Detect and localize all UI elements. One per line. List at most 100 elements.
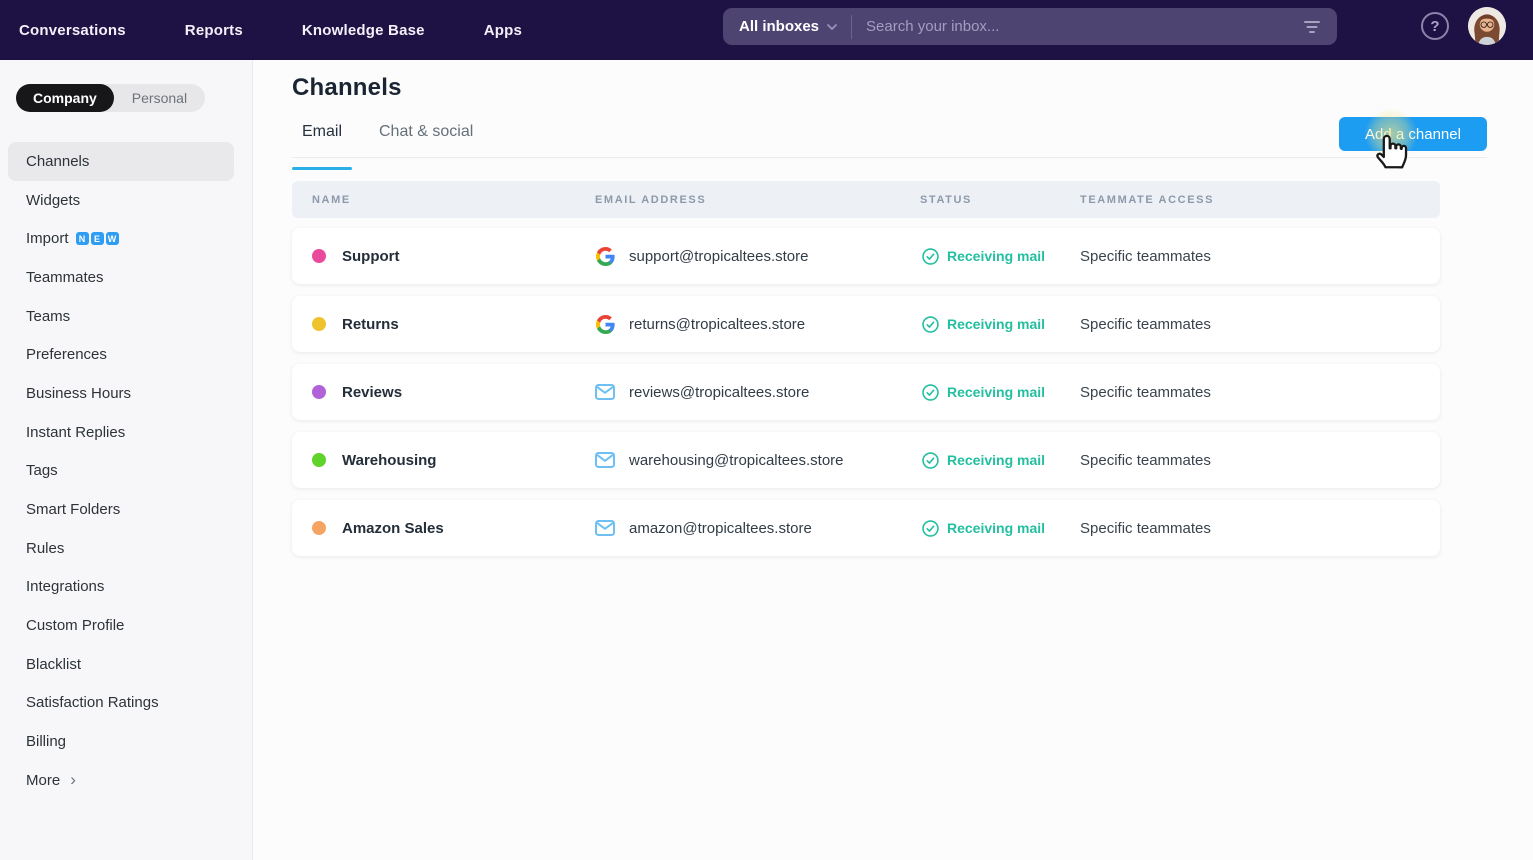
toggle-personal[interactable]: Personal — [114, 90, 205, 106]
chevron-down-icon — [827, 24, 837, 30]
new-badge: NEW — [76, 232, 119, 245]
envelope-icon — [595, 384, 615, 400]
avatar-image-icon — [1468, 7, 1506, 45]
workspace-toggle: Company Personal — [16, 84, 205, 112]
sidebar-item-preferences[interactable]: Preferences — [8, 335, 234, 374]
column-header-status: STATUS — [920, 194, 1080, 206]
tab-email[interactable]: Email — [292, 123, 352, 170]
email-cell: warehousing@tropicaltees.store — [595, 452, 920, 469]
top-navigation-bar: Conversations Reports Knowledge Base App… — [0, 0, 1533, 60]
channel-name: Warehousing — [342, 452, 436, 469]
sidebar-item-smart-folders[interactable]: Smart Folders — [8, 490, 234, 529]
name-cell: Support — [312, 248, 595, 265]
nav-reports[interactable]: Reports — [185, 22, 243, 39]
google-icon-wrap — [595, 315, 615, 334]
sidebar-item-instant-replies[interactable]: Instant Replies — [8, 413, 234, 452]
check-circle-icon — [922, 248, 939, 265]
status-cell: Receiving mail — [920, 316, 1080, 333]
main-nav: Conversations Reports Knowledge Base App… — [19, 0, 522, 60]
sidebar-item-label: Business Hours — [26, 385, 131, 402]
sidebar-item-widgets[interactable]: Widgets — [8, 181, 234, 220]
channel-color-dot — [312, 453, 326, 467]
column-header-email-address: EMAIL ADDRESS — [595, 194, 920, 206]
page-title: Channels — [292, 74, 402, 102]
teammate-access: Specific teammates — [1080, 452, 1211, 469]
name-cell: Amazon Sales — [312, 520, 595, 537]
google-icon — [596, 315, 615, 334]
channel-email: amazon@tropicaltees.store — [629, 520, 812, 537]
channel-color-dot — [312, 385, 326, 399]
channel-row-returns[interactable]: Returns returns@tropicaltees.store Receivi… — [292, 296, 1440, 352]
sidebar-item-blacklist[interactable]: Blacklist — [8, 645, 234, 684]
channels-page: Channels Email Chat & social Add a channe… — [253, 60, 1533, 860]
toggle-company[interactable]: Company — [16, 84, 114, 112]
teammate-access: Specific teammates — [1080, 520, 1211, 537]
sidebar-item-more[interactable]: More› — [8, 761, 234, 800]
channel-row-support[interactable]: Support support@tropicaltees.store Receivi… — [292, 228, 1440, 284]
sidebar-item-label: Custom Profile — [26, 617, 124, 634]
google-icon-wrap — [595, 247, 615, 266]
search-input[interactable] — [866, 18, 1303, 35]
email-cell: reviews@tropicaltees.store — [595, 384, 920, 401]
check-circle-icon — [922, 384, 939, 401]
sidebar-item-satisfaction-ratings[interactable]: Satisfaction Ratings — [8, 684, 234, 723]
name-cell: Warehousing — [312, 452, 595, 469]
sidebar-item-teammates[interactable]: Teammates — [8, 258, 234, 297]
sidebar-item-import[interactable]: Import NEW — [8, 219, 234, 258]
channel-email: returns@tropicaltees.store — [629, 316, 805, 333]
teammate-access: Specific teammates — [1080, 248, 1211, 265]
search-divider — [851, 15, 852, 39]
sidebar-item-billing[interactable]: Billing — [8, 722, 234, 761]
teammate-access: Specific teammates — [1080, 384, 1211, 401]
channel-name: Reviews — [342, 384, 402, 401]
filter-icon[interactable] — [1303, 20, 1321, 34]
channel-row-amazon-sales[interactable]: Amazon Salesamazon@tropicaltees.storeRec… — [292, 500, 1440, 556]
access-cell: Specific teammates — [1080, 384, 1440, 401]
sidebar-item-label: Rules — [26, 540, 64, 557]
add-channel-button[interactable]: Add a channel — [1339, 117, 1487, 151]
sidebar-item-label: Import — [26, 230, 69, 247]
channel-color-dot — [312, 317, 326, 331]
inbox-search-bar: All inboxes — [723, 8, 1337, 45]
help-button[interactable]: ? — [1421, 12, 1449, 40]
channel-name: Returns — [342, 316, 399, 333]
inbox-scope-dropdown[interactable]: All inboxes — [739, 18, 837, 35]
sidebar-item-rules[interactable]: Rules — [8, 529, 234, 568]
question-mark-icon: ? — [1430, 18, 1439, 35]
check-circle-icon-wrap — [920, 248, 940, 265]
sidebar-item-integrations[interactable]: Integrations — [8, 568, 234, 607]
name-cell: Returns — [312, 316, 595, 333]
tabs-divider — [292, 157, 1487, 158]
sidebar-item-tags[interactable]: Tags — [8, 452, 234, 491]
user-avatar[interactable] — [1468, 7, 1506, 45]
check-circle-icon — [922, 520, 939, 537]
email-cell: support@tropicaltees.store — [595, 247, 920, 266]
status-cell: Receiving mail — [920, 384, 1080, 401]
channel-email: warehousing@tropicaltees.store — [629, 452, 844, 469]
nav-apps[interactable]: Apps — [484, 22, 522, 39]
sidebar-item-label: Smart Folders — [26, 501, 120, 518]
channel-row-reviews[interactable]: Reviews reviews@tropicaltees.storeReceivi… — [292, 364, 1440, 420]
inbox-scope-label: All inboxes — [739, 18, 819, 35]
channel-row-warehousing[interactable]: Warehousing warehousing@tropicaltees.stor… — [292, 432, 1440, 488]
nav-knowledge-base[interactable]: Knowledge Base — [302, 22, 425, 39]
sidebar-menu: ChannelsWidgets Import NEW Teammates Teams Pr… — [0, 142, 253, 800]
sidebar-item-channels[interactable]: Channels — [8, 142, 234, 181]
sidebar-item-custom-profile[interactable]: Custom Profile — [8, 606, 234, 645]
envelope-icon — [595, 520, 615, 536]
check-circle-icon — [922, 316, 939, 333]
status-badge: Receiving mail — [947, 248, 1045, 264]
email-cell: amazon@tropicaltees.store — [595, 520, 920, 537]
sidebar-item-label: Blacklist — [26, 656, 81, 673]
sidebar-item-business-hours[interactable]: Business Hours — [8, 374, 234, 413]
channel-color-dot — [312, 249, 326, 263]
nav-conversations[interactable]: Conversations — [19, 22, 126, 39]
sidebar-item-label: Teams — [26, 308, 70, 325]
access-cell: Specific teammates — [1080, 520, 1440, 537]
envelope-icon — [595, 452, 615, 468]
tab-chat-social[interactable]: Chat & social — [379, 123, 473, 170]
sidebar-item-teams[interactable]: Teams — [8, 297, 234, 336]
channels-table: NAMEEMAIL ADDRESSSTATUSTEAMMATE ACCESS S… — [292, 181, 1440, 556]
envelope-icon-wrap — [595, 384, 615, 400]
channel-name: Support — [342, 248, 400, 265]
